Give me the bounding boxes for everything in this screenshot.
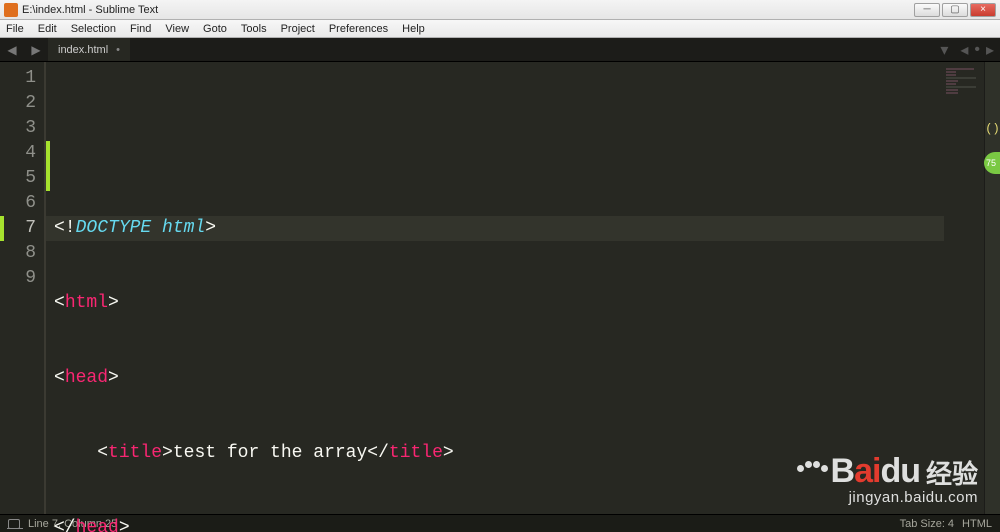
tab-index-html[interactable]: index.html • xyxy=(48,38,131,61)
line-number-gutter: 1 2 3 4 5 6 7 8 9 xyxy=(0,62,44,514)
split-dot-icon[interactable]: • xyxy=(974,41,980,59)
window-buttons: ─ ▢ × xyxy=(912,3,996,17)
line-number: 6 xyxy=(0,191,36,216)
console-icon[interactable] xyxy=(8,519,20,529)
tab-overflow-icon[interactable]: ▾ xyxy=(934,38,954,61)
menu-edit[interactable]: Edit xyxy=(36,23,59,35)
line-number: 3 xyxy=(0,116,36,141)
syntax-mode[interactable]: HTML xyxy=(962,518,992,530)
line-number: 4 xyxy=(0,141,36,166)
maximize-button[interactable]: ▢ xyxy=(942,3,968,17)
app-icon xyxy=(4,3,18,17)
menu-project[interactable]: Project xyxy=(279,23,317,35)
menu-selection[interactable]: Selection xyxy=(69,23,118,35)
editor-area: 1 2 3 4 5 6 7 8 9 <!DOCTYPE html> <html>… xyxy=(0,62,1000,514)
code-view[interactable]: <!DOCTYPE html> <html> <head> <title>tes… xyxy=(44,62,944,514)
window-title: E:\index.html - Sublime Text xyxy=(22,4,912,16)
tab-history-back-icon[interactable]: ◀ xyxy=(0,38,24,61)
modified-marker xyxy=(46,141,50,191)
line-number: 2 xyxy=(0,91,36,116)
minimize-button[interactable]: ─ xyxy=(914,3,940,17)
split-left-icon[interactable]: ◂ xyxy=(960,40,968,60)
layout-controls: ◂ • ▸ xyxy=(954,38,1000,61)
menu-bar: File Edit Selection Find View Goto Tools… xyxy=(0,20,1000,38)
close-button[interactable]: × xyxy=(970,3,996,17)
line-number: 5 xyxy=(0,166,36,191)
tab-dirty-indicator: • xyxy=(116,44,120,56)
minimap[interactable] xyxy=(944,62,984,514)
tab-label: index.html xyxy=(58,44,108,56)
tab-strip: ◀ ▶ index.html • ▾ ◂ • ▸ xyxy=(0,38,1000,62)
line-number: 1 xyxy=(0,66,36,91)
line-number: 7 xyxy=(0,216,36,241)
menu-view[interactable]: View xyxy=(163,23,191,35)
tab-history-fwd-icon[interactable]: ▶ xyxy=(24,38,48,61)
menu-preferences[interactable]: Preferences xyxy=(327,23,390,35)
menu-find[interactable]: Find xyxy=(128,23,153,35)
split-right-icon[interactable]: ▸ xyxy=(986,40,994,60)
line-number: 8 xyxy=(0,241,36,266)
bracket-indicator: () xyxy=(985,122,999,136)
edge-badge: 75 xyxy=(984,152,1000,174)
right-gutter: () xyxy=(984,62,1000,514)
menu-tools[interactable]: Tools xyxy=(239,23,269,35)
window-titlebar: E:\index.html - Sublime Text ─ ▢ × xyxy=(0,0,1000,20)
line-number: 9 xyxy=(0,266,36,291)
menu-goto[interactable]: Goto xyxy=(201,23,229,35)
menu-file[interactable]: File xyxy=(4,23,26,35)
menu-help[interactable]: Help xyxy=(400,23,427,35)
